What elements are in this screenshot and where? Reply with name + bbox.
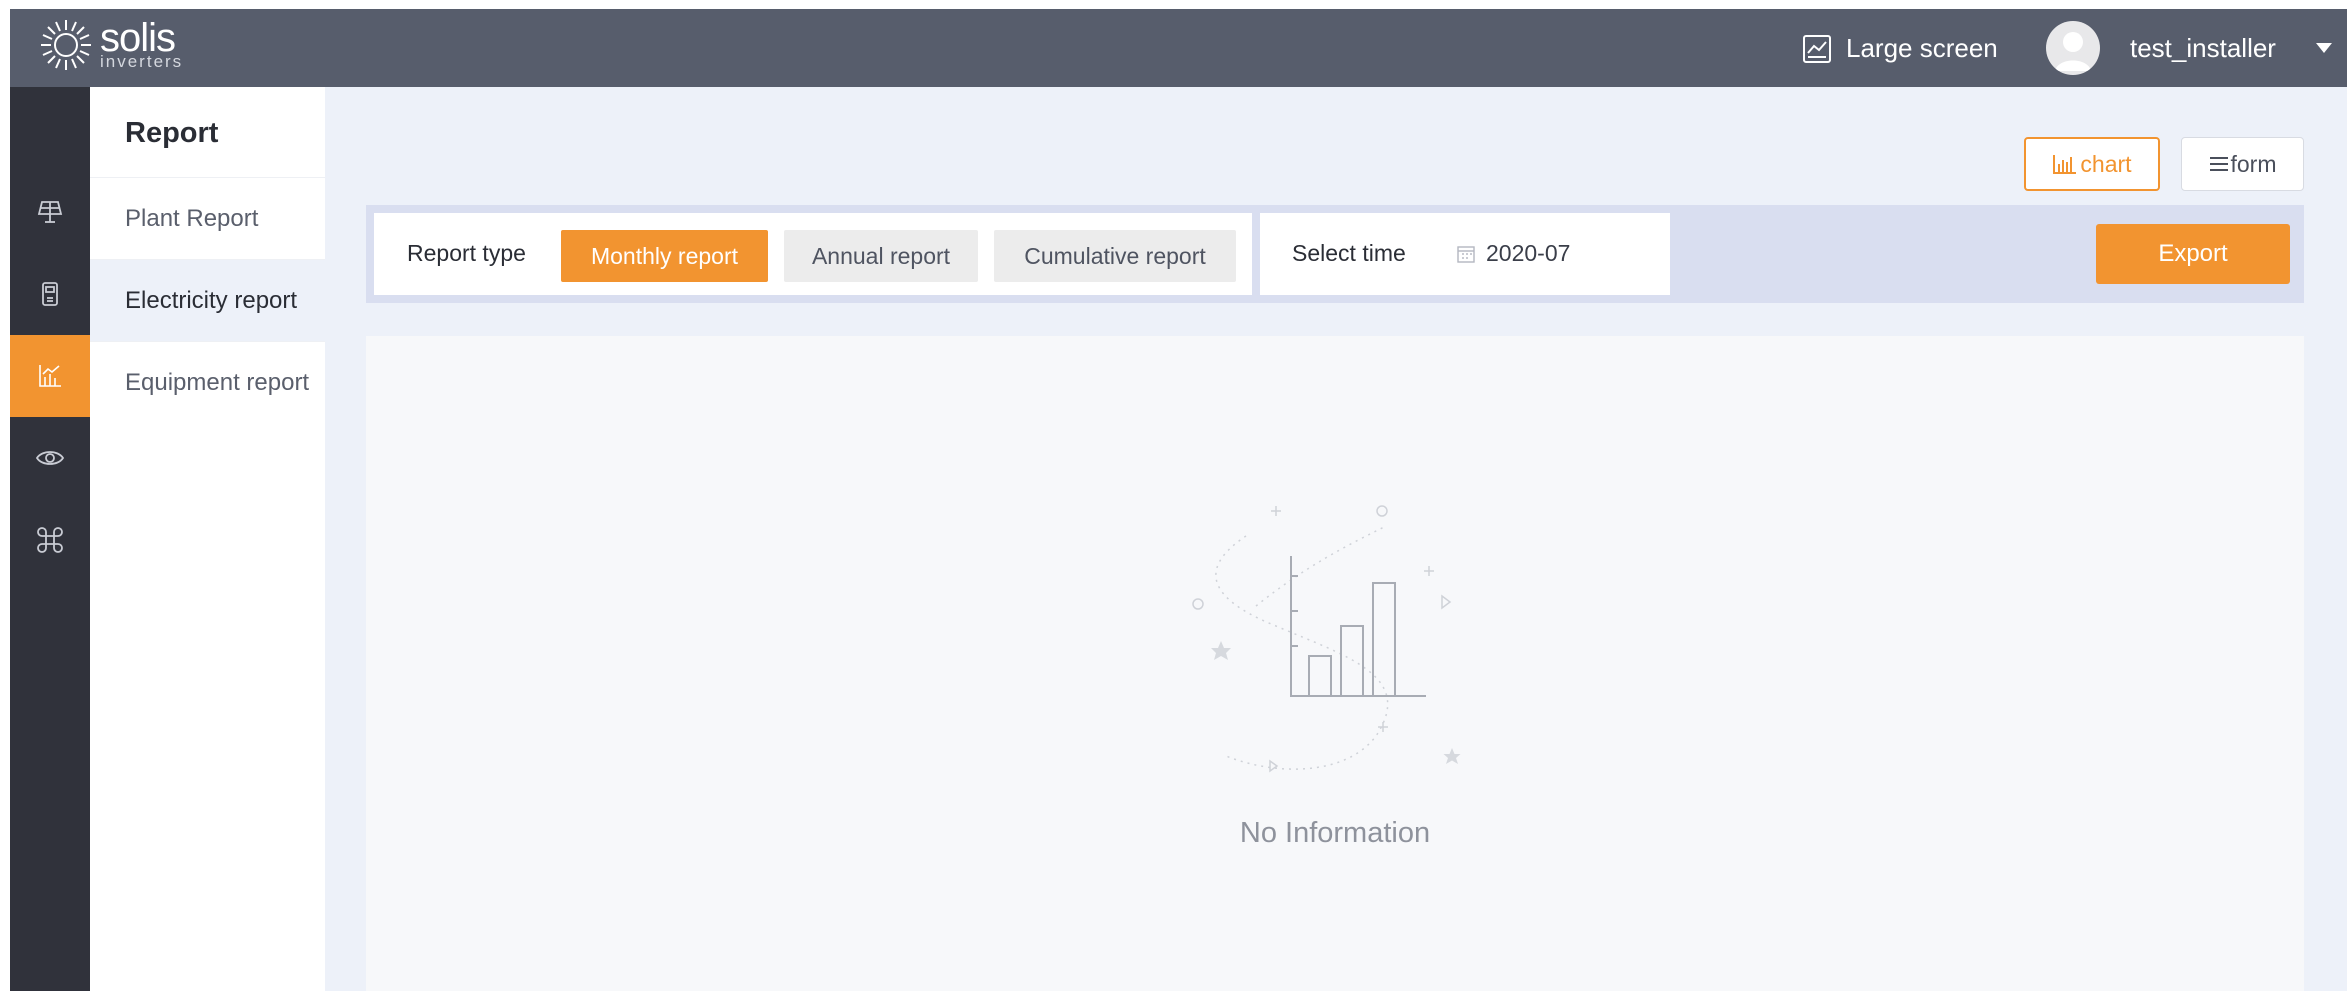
calendar-icon: [1457, 245, 1475, 263]
annual-report-button[interactable]: Annual report: [784, 230, 978, 282]
bar-chart-icon: [2053, 155, 2077, 174]
form-view-button[interactable]: form: [2181, 137, 2304, 191]
brand-name: solis: [100, 16, 176, 60]
report-chart-icon: [39, 365, 61, 387]
report-type-label: Report type: [407, 240, 526, 266]
user-silhouette-icon: [2055, 32, 2091, 71]
rail-item-reports[interactable]: [10, 335, 90, 417]
date-picker[interactable]: 2020-07: [1456, 240, 1570, 267]
chart-view-button[interactable]: chart: [2024, 137, 2160, 191]
rail-item-devices[interactable]: [10, 253, 90, 335]
empty-state-text: No Information: [1239, 817, 1431, 849]
select-time-label: Select time: [1292, 240, 1406, 266]
submenu-item-plant-report[interactable]: Plant Report: [90, 177, 325, 259]
sun-logo-icon: [41, 20, 91, 70]
submenu-item-electricity-report[interactable]: Electricity report: [90, 259, 325, 341]
app-window: solis inverters Large screen test_instal…: [10, 9, 2347, 991]
report-submenu: Report Plant Report Electricity report E…: [90, 87, 325, 991]
brand-subtitle: inverters: [100, 52, 184, 71]
empty-chart-illustration: [1192, 505, 1461, 773]
submenu-item-label: Electricity report: [125, 286, 298, 314]
submenu-item-equipment-report[interactable]: Equipment report: [90, 341, 325, 423]
export-button[interactable]: Export: [2096, 224, 2290, 284]
line-chart-icon: [1803, 34, 1831, 63]
large-screen-link[interactable]: Large screen: [1802, 33, 1998, 64]
rail-item-plants[interactable]: [10, 171, 90, 253]
submenu-item-label: Plant Report: [125, 204, 259, 232]
monthly-report-button[interactable]: Monthly report: [561, 230, 768, 282]
rail-item-more[interactable]: [10, 499, 90, 581]
form-view-label: form: [2230, 150, 2277, 177]
icon-sidebar: [10, 87, 90, 991]
chart-view-label: chart: [2080, 150, 2132, 177]
solis-logo[interactable]: solis inverters: [38, 17, 183, 73]
chevron-down-icon[interactable]: [2316, 43, 2332, 53]
rail-item-monitor[interactable]: [10, 417, 90, 499]
top-bar: solis inverters Large screen test_instal…: [10, 9, 2347, 87]
list-icon: [2209, 157, 2228, 171]
cumulative-report-button[interactable]: Cumulative report: [994, 230, 1236, 282]
select-time-group: Select time 2020-07: [1260, 213, 1670, 295]
eye-icon: [35, 451, 65, 465]
inverter-device-icon: [42, 282, 58, 306]
user-avatar[interactable]: [2046, 21, 2100, 75]
date-value: 2020-07: [1486, 240, 1571, 266]
filter-bar: Report type Monthly report Annual report…: [366, 205, 2304, 303]
username[interactable]: test_installer: [2130, 33, 2276, 64]
report-content: No Information: [366, 336, 2304, 991]
large-screen-label: Large screen: [1846, 33, 1998, 63]
submenu-title: Report: [125, 117, 219, 149]
report-type-group: Report type Monthly report Annual report…: [374, 213, 1252, 295]
command-icon: [37, 527, 63, 553]
submenu-item-label: Equipment report: [125, 368, 310, 396]
solar-panel-icon: [37, 201, 63, 223]
